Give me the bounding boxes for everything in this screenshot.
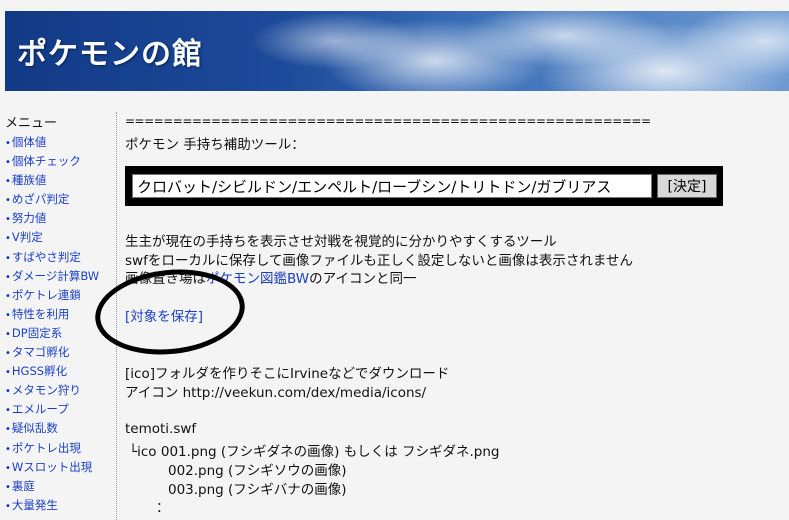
header-banner: ポケモンの館 xyxy=(5,11,789,91)
description-line-2: swfをローカルに保存して画像ファイルも正しく設定しないと画像は表示されません xyxy=(125,253,634,269)
bullet-icon: • xyxy=(5,386,11,398)
party-input[interactable] xyxy=(132,174,652,198)
sidebar-item[interactable]: •HGSS孵化 xyxy=(5,362,111,381)
sidebar-item[interactable]: •個体値 xyxy=(5,133,111,152)
site-title: ポケモンの館 xyxy=(17,37,203,72)
file-tree-line-2: 002.png (フシギソウの画像) xyxy=(168,463,347,479)
bullet-icon: • xyxy=(5,328,11,340)
sidebar-item-label[interactable]: 種族値 xyxy=(12,173,47,187)
bullet-icon: • xyxy=(5,271,11,283)
sidebar-item[interactable]: •ダメージ計算BW xyxy=(5,267,111,286)
sidebar-item-label[interactable]: 疑似乱数 xyxy=(12,421,58,435)
sidebar-item-label[interactable]: めざパ判定 xyxy=(12,192,70,206)
swf-filename: temoti.swf xyxy=(125,421,197,437)
sidebar-item-label[interactable]: エメループ xyxy=(12,402,69,416)
sidebar-item[interactable]: •ポケトレ連鎖 xyxy=(5,286,111,305)
sidebar-item-label[interactable]: すばやさ判定 xyxy=(12,250,81,264)
sidebar-item[interactable]: •種族値 xyxy=(5,171,111,190)
sidebar-item[interactable]: •エメループ xyxy=(5,400,111,419)
bullet-icon: • xyxy=(5,309,11,321)
sidebar-item[interactable]: •めざパ判定 xyxy=(5,190,111,209)
sidebar-item[interactable]: •ポケトレ出現 xyxy=(5,439,111,458)
bullet-icon: • xyxy=(5,462,11,474)
bullet-icon: • xyxy=(5,405,11,417)
sidebar-item-label[interactable]: ポケトレ連鎖 xyxy=(12,288,81,302)
bullet-icon: • xyxy=(5,157,11,169)
sidebar-item[interactable]: •DP固定系 xyxy=(5,324,111,343)
sidebar-item-label[interactable]: V判定 xyxy=(12,230,43,244)
bullet-icon: • xyxy=(5,252,11,264)
sidebar-item[interactable]: •疑似乱数 xyxy=(5,419,111,438)
sidebar-item[interactable]: •メタモン狩り xyxy=(5,381,111,400)
bullet-icon: • xyxy=(5,348,11,360)
sidebar-list: •個体値 •個体チェック •種族値 •めざパ判定 •努力値 •V判定 •すばやさ… xyxy=(5,133,111,515)
decide-button[interactable]: [決定] xyxy=(657,174,717,198)
bullet-icon: • xyxy=(5,481,11,493)
sidebar-item-label[interactable]: 個体値 xyxy=(12,135,47,149)
bullet-icon: • xyxy=(5,233,11,245)
file-tree-line-3: 003.png (フシギバナの画像) xyxy=(168,482,347,498)
horizontal-rule-text: ========================================… xyxy=(125,114,651,128)
sidebar-item[interactable]: •Wスロット出現 xyxy=(5,458,111,477)
sidebar-item-label[interactable]: 裏庭 xyxy=(12,479,35,493)
desc3-suffix: のアイコンと同一 xyxy=(309,271,417,287)
sidebar-item[interactable]: •努力値 xyxy=(5,209,111,228)
sidebar-item[interactable]: •V判定 xyxy=(5,228,111,247)
sidebar-item-label[interactable]: メタモン狩り xyxy=(12,383,81,397)
sidebar-item-label[interactable]: Wスロット出現 xyxy=(12,460,92,474)
sidebar-item-label[interactable]: 努力値 xyxy=(12,211,47,225)
sidebar-item[interactable]: •大量発生 xyxy=(5,496,111,515)
sidebar-item-label[interactable]: 特性を利用 xyxy=(12,307,70,321)
folder-note: [ico]フォルダを作りそこにIrvineなどでダウンロード xyxy=(125,366,450,382)
bullet-icon: • xyxy=(5,443,11,455)
bullet-icon: • xyxy=(5,500,11,512)
icon-url-text: アイコン http://veekun.com/dex/media/icons/ xyxy=(125,385,427,401)
file-tree-line-1: └ico 001.png (フシギダネの画像) もしくは フシギダネ.png xyxy=(129,444,500,460)
sidebar-item-label[interactable]: 大量発生 xyxy=(12,498,58,512)
sidebar-item-label[interactable]: タマゴ孵化 xyxy=(12,345,70,359)
description-line-1: 生主が現在の手持ちを表示させ対戦を視覚的に分かりやすくするツール xyxy=(125,234,557,250)
sidebar-item-label[interactable]: ポケトレ出現 xyxy=(12,441,81,455)
sidebar-item-label[interactable]: 個体チェック xyxy=(12,154,81,168)
bullet-icon: • xyxy=(5,138,11,149)
bullet-icon: • xyxy=(5,176,11,188)
sidebar-item[interactable]: •裏庭 xyxy=(5,477,111,496)
bullet-icon: • xyxy=(5,290,11,302)
bullet-icon: • xyxy=(5,195,11,207)
bullet-icon: • xyxy=(5,214,11,226)
sidebar-item[interactable]: •個体チェック xyxy=(5,152,111,171)
bullet-icon: • xyxy=(5,424,11,436)
tool-heading: ポケモン 手持ち補助ツール： xyxy=(125,137,305,153)
sidebar-item[interactable]: •タマゴ孵化 xyxy=(5,343,111,362)
sidebar-item-label[interactable]: DP固定系 xyxy=(12,326,62,340)
sidebar-item-label[interactable]: HGSS孵化 xyxy=(12,364,67,378)
party-tool-box: [決定] xyxy=(125,166,723,206)
sidebar-item-label[interactable]: ダメージ計算BW xyxy=(12,269,99,283)
sidebar-title: メニュー xyxy=(5,116,58,131)
bullet-icon: • xyxy=(5,367,11,379)
sidebar-item[interactable]: •すばやさ判定 xyxy=(5,248,111,267)
file-tree-ellipsis: ： xyxy=(156,500,170,516)
